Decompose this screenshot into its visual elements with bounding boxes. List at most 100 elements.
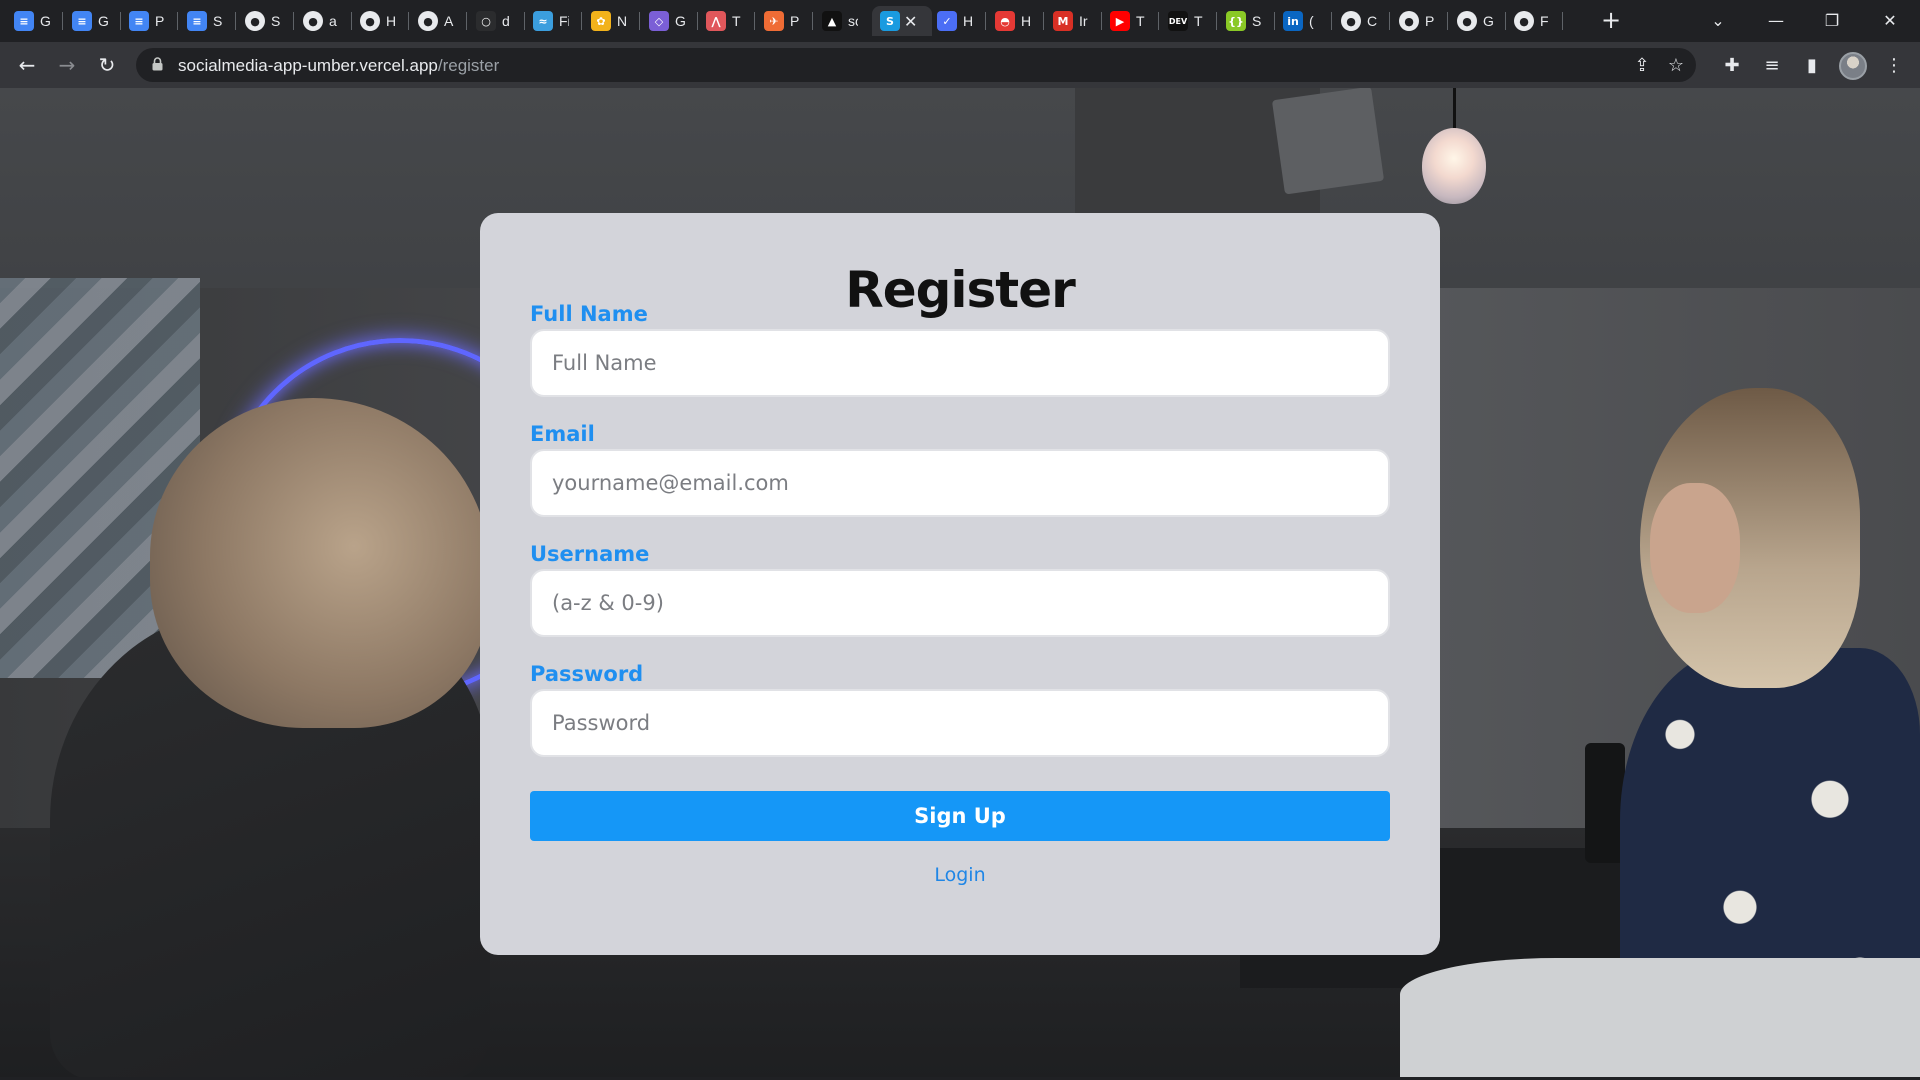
media-controls-icon[interactable]: ≡ (1758, 51, 1786, 79)
browser-tab[interactable]: ▶ T (1102, 6, 1156, 36)
username-input[interactable] (530, 569, 1390, 637)
login-link[interactable]: Login (480, 864, 1440, 886)
linkedin-icon: in (1283, 11, 1303, 31)
browser-tab[interactable]: ◇ G (641, 6, 695, 36)
tab-title: sc (848, 13, 858, 29)
browser-tab[interactable]: ▲ sc (814, 6, 868, 36)
browser-tab[interactable]: ● F (1506, 6, 1560, 36)
github-icon: ● (418, 11, 438, 31)
tab-title: T (732, 13, 741, 29)
youtube-icon: ▶ (1110, 11, 1130, 31)
tab-title: G (1483, 13, 1493, 29)
tab-separator (985, 12, 986, 30)
github-icon: ● (1514, 11, 1534, 31)
address-bar[interactable]: socialmedia-app-umber.vercel.app/registe… (136, 48, 1696, 82)
tab-title: Fi (559, 13, 569, 29)
flower-icon: ✿ (591, 11, 611, 31)
tab-title: G (40, 13, 50, 29)
bookmark-star-icon[interactable]: ☆ (1664, 54, 1688, 76)
lock-icon (152, 57, 163, 71)
browser-tab[interactable]: ✈ P (756, 6, 810, 36)
tab-title: H (1021, 13, 1031, 29)
graphql-icon: ◇ (649, 11, 669, 31)
tab-separator (639, 12, 640, 30)
github-icon: ● (1341, 11, 1361, 31)
browser-tab[interactable]: DEV T (1160, 6, 1214, 36)
bracket-icon: {} (1226, 11, 1246, 31)
browser-tab[interactable]: {} S (1218, 6, 1272, 36)
browser-tab[interactable]: ● G (1449, 6, 1503, 36)
github-icon: ● (245, 11, 265, 31)
tab-separator (1389, 12, 1390, 30)
tab-title: G (98, 13, 108, 29)
side-panel-icon[interactable]: ▮ (1798, 51, 1826, 79)
github-icon: ● (1457, 11, 1477, 31)
forward-button[interactable]: → (51, 49, 83, 81)
browser-tab[interactable]: ● A (410, 6, 464, 36)
url-path: /register (437, 56, 500, 75)
reload-button[interactable]: ↻ (91, 49, 123, 81)
browser-tab[interactable]: S ✕ (872, 6, 932, 36)
back-button[interactable]: ← (11, 49, 43, 81)
browser-tab[interactable]: ≈ Fi (525, 6, 579, 36)
tab-title: ( (1309, 13, 1314, 29)
password-label: Password (530, 662, 644, 686)
password-input[interactable] (530, 689, 1390, 757)
tab-title: N (617, 13, 627, 29)
tab-title: A (444, 13, 454, 29)
gmail-icon: M (1053, 11, 1073, 31)
browser-tab[interactable]: in ( (1275, 6, 1329, 36)
browser-tab[interactable]: ● P (1391, 6, 1445, 36)
extensions-icon[interactable]: ✚ (1718, 51, 1746, 79)
close-window-icon[interactable]: ✕ (1862, 0, 1918, 40)
url-text: socialmedia-app-umber.vercel.app/registe… (178, 56, 499, 76)
sign-up-button[interactable]: Sign Up (530, 791, 1390, 841)
tab-title: S (1252, 13, 1262, 29)
url-host: socialmedia-app-umber.vercel.app (178, 56, 438, 75)
browser-tab[interactable]: ● C (1333, 6, 1387, 36)
tab-separator (408, 12, 409, 30)
browser-tab[interactable]: ○ d (468, 6, 522, 36)
browser-tab[interactable]: ≡ G (6, 6, 60, 36)
tab-close-icon[interactable]: ✕ (904, 12, 917, 31)
tab-separator (754, 12, 755, 30)
tab-separator (235, 12, 236, 30)
browser-tab[interactable]: ✿ N (583, 6, 637, 36)
wave-icon: ≈ (533, 11, 553, 31)
tab-separator (1331, 12, 1332, 30)
minimize-icon[interactable]: — (1748, 0, 1804, 40)
google-docs-icon: ≡ (187, 11, 207, 31)
profile-avatar[interactable] (1839, 52, 1867, 80)
tab-title: T (1194, 13, 1203, 29)
browser-tab[interactable]: ● a (295, 6, 349, 36)
tab-title: T (1136, 13, 1145, 29)
browser-tab[interactable]: ⋀ T (698, 6, 752, 36)
browser-tab[interactable]: ● H (352, 6, 406, 36)
register-card: Register Full Name Email Username Passwo… (480, 213, 1440, 955)
share-icon[interactable]: ⇪ (1630, 54, 1654, 76)
browser-tab[interactable]: M Ir (1045, 6, 1099, 36)
email-input[interactable] (530, 449, 1390, 517)
tab-separator (466, 12, 467, 30)
tab-title: G (675, 13, 685, 29)
tab-title: S (213, 13, 223, 29)
dark-circle-icon: ○ (476, 11, 496, 31)
new-tab-button[interactable]: + (1597, 6, 1625, 34)
tab-title: d (502, 13, 510, 29)
full-name-input[interactable] (530, 329, 1390, 397)
tab-title: a (329, 13, 337, 29)
browser-tab[interactable]: ● S (237, 6, 291, 36)
browser-toolbar: ← → ↻ socialmedia-app-umber.vercel.app/r… (0, 42, 1920, 88)
tab-separator (62, 12, 63, 30)
browser-tab[interactable]: ≡ P (121, 6, 175, 36)
tab-separator (177, 12, 178, 30)
tab-title: Ir (1079, 13, 1088, 29)
browser-tab[interactable]: ≡ S (179, 6, 233, 36)
browser-tab[interactable]: ✓ H (929, 6, 983, 36)
tab-search-icon[interactable]: ⌄ (1690, 0, 1746, 40)
browser-tab[interactable]: ◓ H (987, 6, 1041, 36)
menu-kebab-icon[interactable]: ⋮ (1880, 51, 1908, 79)
tab-title: P (155, 13, 165, 29)
restore-icon[interactable]: ❐ (1804, 0, 1860, 40)
browser-tab[interactable]: ≡ G (64, 6, 118, 36)
